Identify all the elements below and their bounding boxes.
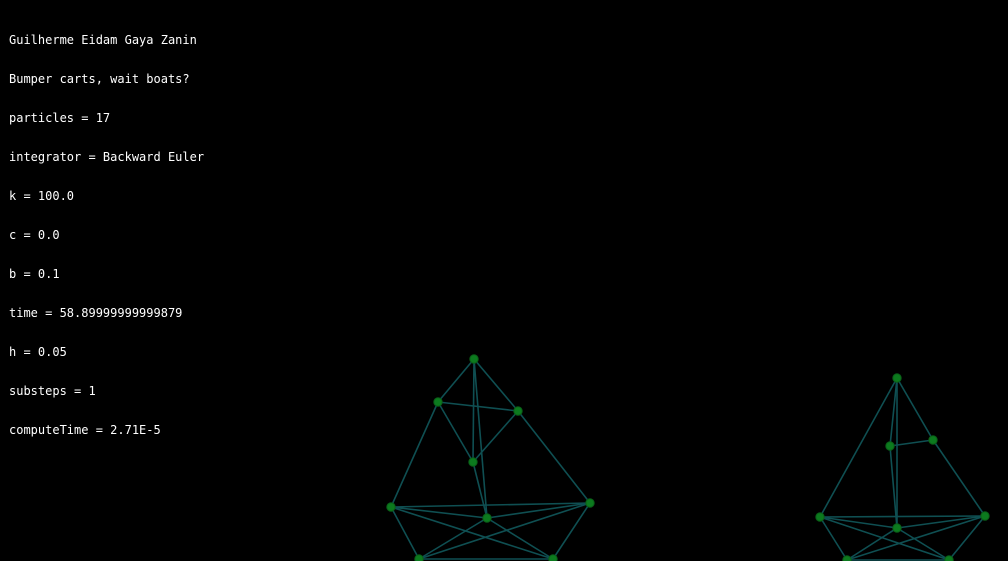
left-boat-particle [433,397,443,407]
right-boat-spring [819,516,898,529]
left-boat-spring [437,358,475,403]
left-boat-spring [390,401,439,508]
left-boat-spring [552,502,591,560]
left-boat-spring [472,358,475,463]
left-boat-particle [585,498,595,508]
right-boat-particle [815,512,825,522]
right-boat-spring [846,527,898,561]
right-boat-particle [885,441,895,451]
left-boat-particle [468,457,478,467]
right-boat-spring [896,515,986,529]
right-boat-spring [889,445,898,529]
right-boat-spring [948,515,986,561]
left-boat-spring [473,358,519,412]
left-boat-particle [414,554,424,561]
right-boat-spring [896,377,934,441]
left-boat-particle [469,354,479,364]
left-boat-particle [548,554,558,561]
left-boat-spring [437,401,474,463]
left-boat-spring [418,502,591,560]
right-boat-particle [892,373,902,383]
right-boat-spring [896,527,950,561]
left-boat-spring [418,517,488,560]
left-boat-particle [513,406,523,416]
particle-spring-canvas [386,354,990,561]
left-boat-particle [386,502,396,512]
right-boat-particle [892,523,902,533]
right-boat-spring [819,377,898,518]
right-boat-spring [819,515,986,518]
left-boat-spring [517,410,591,504]
left-boat-particle [482,513,492,523]
left-boat-spring [390,502,591,508]
right-boat-spring [932,439,986,517]
right-boat-particle [842,555,852,561]
right-boat-spring [846,515,986,561]
left-boat-spring [390,506,488,519]
simulation-viewport[interactable]: Guilherme Eidam Gaya Zanin Bumper carts,… [0,0,1008,561]
right-boat-particle [944,555,954,561]
left-boat-spring [486,517,554,560]
right-boat-spring [819,516,848,561]
right-boat-particle [980,511,990,521]
right-boat-particle [928,435,938,445]
